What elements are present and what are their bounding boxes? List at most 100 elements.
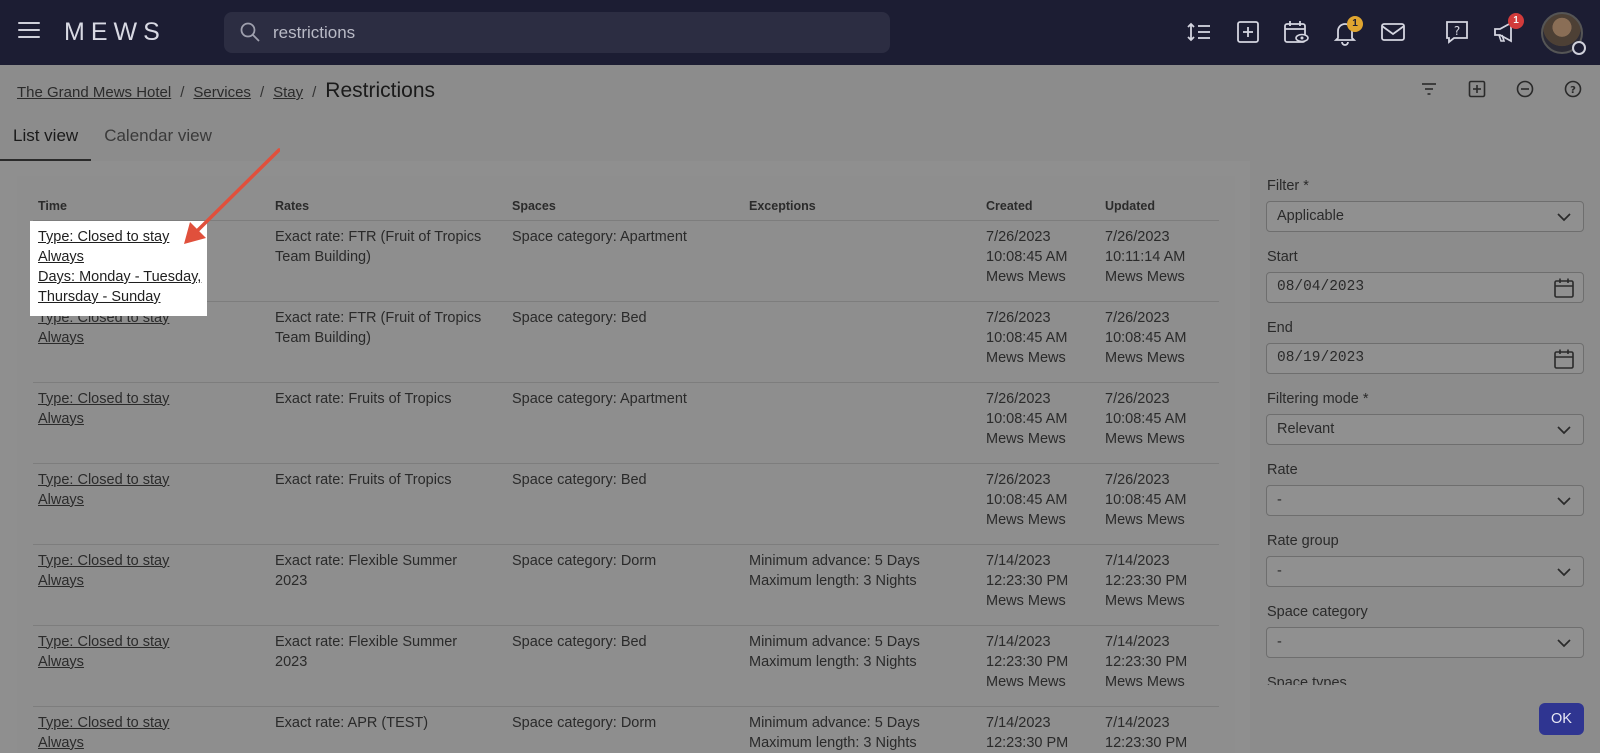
- updated-cell: 7/14/202312:23:30 PMMews Mews: [1100, 544, 1219, 626]
- breadcrumb-separator: /: [259, 84, 265, 101]
- filtering-mode-value: Relevant: [1277, 421, 1335, 437]
- table-row[interactable]: Type: Closed to stay Always Exact rate: Fl…: [33, 625, 1219, 707]
- time-cell[interactable]: Type: Closed to stay Always: [33, 625, 270, 707]
- column-header-updated[interactable]: Updated: [1100, 192, 1219, 221]
- created-cell-line: Mews Mews: [986, 268, 1066, 285]
- time-cell-line[interactable]: Type: Closed to stay: [38, 551, 265, 571]
- time-cell-line[interactable]: Always: [38, 652, 265, 672]
- updated-cell-line: Mews Mews: [1105, 673, 1185, 690]
- breadcrumb-hotel[interactable]: The Grand Mews Hotel: [17, 84, 171, 101]
- megaphone-icon[interactable]: 1: [1491, 13, 1524, 46]
- table-row[interactable]: Type: Closed to stay Always Exact rate: Fl…: [33, 544, 1219, 626]
- filter-icon[interactable]: [1419, 79, 1439, 99]
- page-title: Restrictions: [325, 79, 435, 102]
- time-cell-line[interactable]: Always: [38, 328, 265, 348]
- calendar-icon[interactable]: [1553, 277, 1575, 299]
- chevron-down-icon: [1557, 497, 1571, 506]
- menu-icon[interactable]: [18, 22, 40, 40]
- updated-cell-line: 7/14/2023: [1105, 714, 1170, 731]
- sort-lines-icon[interactable]: [1186, 18, 1214, 46]
- updated-cell-line: 7/14/2023: [1105, 633, 1170, 650]
- rate-select[interactable]: -: [1266, 485, 1584, 516]
- end-label: End: [1267, 320, 1293, 336]
- exceptions-cell-line: Maximum length: 3 Nights: [749, 734, 917, 751]
- time-cell-line[interactable]: Type: Closed to stay: [38, 470, 265, 490]
- column-header-exceptions[interactable]: Exceptions: [744, 192, 981, 221]
- column-header-spaces[interactable]: Spaces: [507, 192, 744, 221]
- start-date-field[interactable]: 08/04/2023: [1266, 272, 1584, 303]
- time-cell-line[interactable]: Always: [38, 733, 265, 753]
- updated-cell: 7/14/202312:23:30 PMMews Mews: [1100, 706, 1219, 753]
- rates-cell-line: Exact rate: FTR (Fruit of Tropics: [275, 309, 482, 326]
- time-cell[interactable]: Type: Closed to stay Always: [33, 544, 270, 626]
- time-cell[interactable]: Type: Closed to stay Always: [33, 382, 270, 464]
- chevron-down-icon: [1557, 426, 1571, 435]
- time-cell-line[interactable]: Always: [38, 409, 265, 429]
- ok-button[interactable]: OK: [1539, 703, 1584, 735]
- updated-cell: 7/26/2023 10:08:45 AM Mews Mews: [1100, 463, 1219, 545]
- created-cell-line: 7/26/2023: [986, 471, 1051, 488]
- created-cell: 7/14/202312:23:30 PMMews Mews: [981, 706, 1100, 753]
- rate-group-select[interactable]: -: [1266, 556, 1584, 587]
- app-logo[interactable]: MEWS: [64, 18, 166, 47]
- space-category-select[interactable]: -: [1266, 627, 1584, 658]
- table-row[interactable]: Type: Closed to stay Always Exact rate: FT…: [33, 301, 1219, 383]
- add-restriction-icon[interactable]: [1467, 79, 1487, 99]
- created-cell: 7/14/202312:23:30 PMMews Mews: [981, 544, 1100, 626]
- exceptions-cell: [744, 220, 981, 302]
- created-cell-line: 7/14/2023: [986, 552, 1051, 569]
- restriction-days-continued-link[interactable]: Thursday - Sunday: [38, 287, 207, 307]
- exceptions-cell: Minimum advance: 5 Days Maximum length: 3…: [744, 544, 981, 626]
- breadcrumb-stay[interactable]: Stay: [273, 84, 303, 101]
- announcement-count-badge: 1: [1508, 13, 1524, 29]
- time-cell[interactable]: Type: Closed to stay Always: [33, 463, 270, 545]
- time-cell-line[interactable]: Type: Closed to stay: [38, 389, 265, 409]
- table-row[interactable]: Type: Closed to stay Always Exact rate: Fr…: [33, 382, 1219, 464]
- search-input[interactable]: restrictions: [224, 12, 890, 53]
- user-avatar[interactable]: [1541, 12, 1586, 55]
- spaces-cell-line: Space category: Apartment: [512, 228, 687, 245]
- exceptions-cell-line: Maximum length: 3 Nights: [749, 653, 917, 670]
- end-date-field[interactable]: 08/19/2023: [1266, 343, 1584, 374]
- rate-group-label: Rate group: [1267, 533, 1339, 549]
- created-cell: 7/26/2023 10:08:45 AM Mews Mews: [981, 301, 1100, 383]
- calendar-icon[interactable]: [1553, 348, 1575, 370]
- remove-circle-icon[interactable]: [1515, 79, 1535, 99]
- time-cell-line[interactable]: Type: Closed to stay: [38, 632, 265, 652]
- restriction-days-link[interactable]: Days: Monday - Tuesday,: [38, 267, 207, 287]
- status-dot-icon: [1572, 41, 1586, 55]
- calendar-eye-icon[interactable]: [1282, 18, 1310, 46]
- time-cell-line[interactable]: Always: [38, 571, 265, 591]
- search-query[interactable]: restrictions: [273, 23, 355, 43]
- table-row[interactable]: Type: Closed to stay Always Exact rate: AP…: [33, 706, 1219, 753]
- help-chat-icon[interactable]: ?: [1443, 18, 1471, 46]
- bell-icon[interactable]: 1: [1331, 16, 1363, 46]
- filter-select[interactable]: Applicable: [1266, 201, 1584, 232]
- updated-cell-line: Mews Mews: [1105, 592, 1185, 609]
- restriction-period-link[interactable]: Always: [38, 247, 207, 267]
- breadcrumb-separator: /: [312, 84, 317, 101]
- tab-list-view[interactable]: List view: [0, 120, 92, 161]
- created-cell-line: 10:08:45 AM: [986, 248, 1068, 265]
- mail-icon[interactable]: [1379, 18, 1407, 46]
- created-cell: 7/26/2023 10:08:45 AM Mews Mews: [981, 382, 1100, 464]
- filter-sidebar: Filter * Applicable Start 08/04/2023 End…: [1250, 161, 1600, 753]
- add-square-icon[interactable]: [1234, 18, 1262, 46]
- rates-cell: Exact rate: Flexible Summer 2023: [270, 625, 507, 707]
- help-icon[interactable]: ?: [1563, 79, 1583, 99]
- updated-cell-line: Mews Mews: [1105, 430, 1185, 447]
- column-header-rates[interactable]: Rates: [270, 192, 507, 221]
- time-cell[interactable]: Type: Closed to stay Always: [33, 706, 270, 753]
- spaces-cell: Space category: Apartment: [507, 382, 744, 464]
- table-row[interactable]: Type: Closed to stay Always Exact rate: Fr…: [33, 463, 1219, 545]
- created-cell-line: Mews Mews: [986, 349, 1066, 366]
- time-cell-line[interactable]: Always: [38, 490, 265, 510]
- time-cell-line[interactable]: Type: Closed to stay: [38, 713, 265, 733]
- column-header-created[interactable]: Created: [981, 192, 1100, 221]
- created-cell-line: 7/26/2023: [986, 390, 1051, 407]
- rates-cell: Exact rate: Fruits of Tropics: [270, 382, 507, 464]
- rates-cell-line: Exact rate: Fruits of Tropics: [275, 471, 452, 488]
- breadcrumb-services[interactable]: Services: [193, 84, 251, 101]
- restrictions-table: Time Rates Spaces Exceptions Created Upd…: [33, 192, 1219, 753]
- filtering-mode-select[interactable]: Relevant: [1266, 414, 1584, 445]
